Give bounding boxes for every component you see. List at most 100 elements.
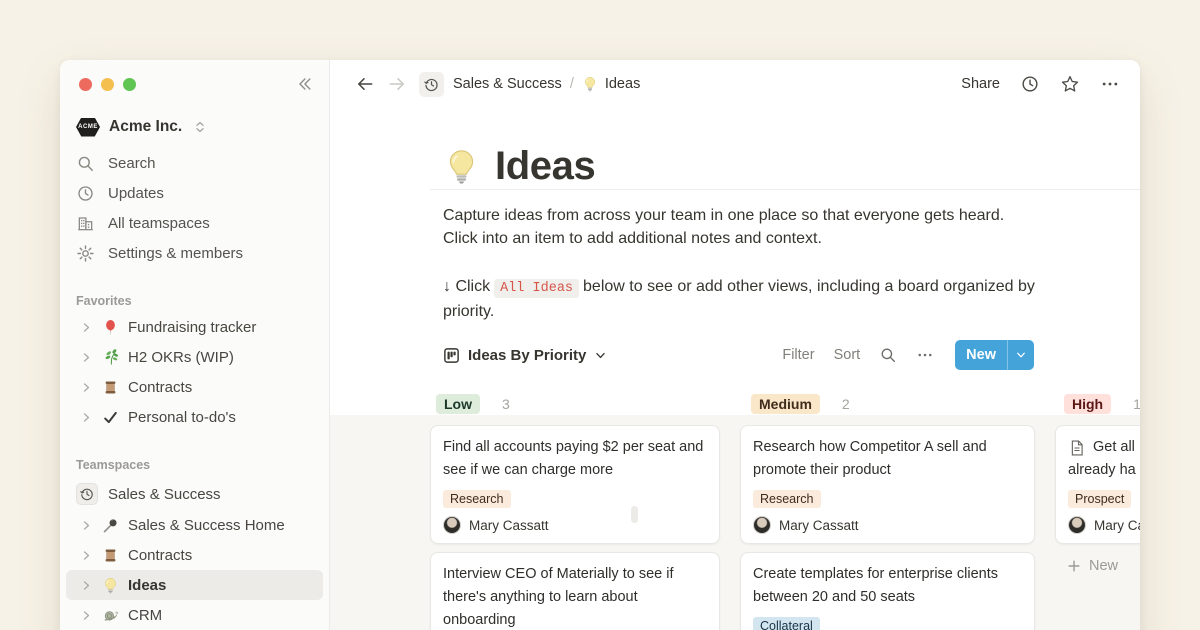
favorite-star-icon[interactable] — [1060, 74, 1080, 94]
board-card[interactable]: Find all accounts paying $2 per seat and… — [430, 425, 720, 544]
history-clock-icon — [423, 76, 440, 93]
sidebar-item-fundraising-tracker[interactable]: Fundraising tracker — [66, 312, 323, 342]
more-options-icon[interactable] — [916, 346, 934, 364]
sidebar-item-settings-members[interactable]: Settings & members — [66, 238, 323, 268]
workspace-logo-text: ACME — [78, 124, 98, 130]
board-view-icon — [443, 347, 460, 364]
filter-button[interactable]: Filter — [782, 347, 814, 363]
topbar: Sales & Success / Ideas Share — [330, 60, 1140, 108]
view-tab-ideas-by-priority[interactable]: Ideas By Priority — [443, 347, 607, 364]
chevron-down-icon[interactable] — [1008, 340, 1034, 370]
favorites-section-label: Favorites — [76, 294, 313, 308]
sort-button[interactable]: Sort — [834, 347, 861, 363]
sidebar-item-h2-okrs[interactable]: H2 OKRs (WIP) — [66, 342, 323, 372]
search-icon[interactable] — [879, 346, 897, 364]
tag-prospect[interactable]: Prospect — [1068, 490, 1131, 508]
zoom-window-button[interactable] — [123, 78, 136, 91]
workspace-name: Acme Inc. — [109, 118, 182, 136]
board-body: Find all accounts paying $2 per seat and… — [330, 415, 1140, 630]
more-options-icon[interactable] — [1100, 74, 1120, 94]
breadcrumb-teamspace-icon[interactable] — [419, 72, 444, 97]
sidebar-item-ideas[interactable]: Ideas — [66, 570, 323, 600]
microphone-icon — [101, 516, 120, 535]
chevron-right-icon[interactable] — [80, 319, 93, 336]
view-name: Ideas By Priority — [468, 347, 586, 364]
sidebar-item-label: Contracts — [128, 379, 192, 396]
column-header-medium[interactable]: Medium 2 — [751, 394, 850, 414]
scroll-icon — [101, 378, 120, 397]
chevron-right-icon[interactable] — [80, 577, 93, 594]
chevron-right-icon[interactable] — [80, 409, 93, 426]
page-description: Capture ideas from across your team in o… — [443, 204, 1035, 250]
board-card[interactable]: Interview CEO of Materially to see if th… — [430, 552, 720, 630]
status-badge[interactable]: Low — [436, 394, 480, 414]
new-button-label[interactable]: New — [955, 340, 1007, 370]
card-title: Find all accounts paying $2 per seat and… — [443, 436, 707, 482]
column-header-low[interactable]: Low 3 — [436, 394, 510, 414]
chevron-right-icon[interactable] — [80, 547, 93, 564]
sidebar-item-sales-success[interactable]: Sales & Success — [66, 478, 323, 510]
main-panel: Sales & Success / Ideas Share Ideas Capt… — [330, 60, 1140, 630]
updates-clock-icon[interactable] — [1020, 74, 1040, 94]
balloon-icon — [101, 318, 120, 337]
breadcrumb-teamspace[interactable]: Sales & Success — [453, 76, 562, 92]
new-button[interactable]: New — [955, 340, 1034, 370]
sidebar-item-crm[interactable]: CRM — [66, 600, 323, 630]
minimize-window-button[interactable] — [101, 78, 114, 91]
sidebar-item-label: Personal to-do's — [128, 409, 236, 426]
board-view: Low 3 Medium 2 High 1 Find all accounts … — [330, 371, 1140, 630]
sidebar-item-personal-todos[interactable]: Personal to-do's — [66, 402, 323, 432]
column-header-high[interactable]: High 1 — [1064, 394, 1140, 414]
board-card[interactable]: Research how Competitor A sell and promo… — [740, 425, 1035, 544]
board-column-medium: Research how Competitor A sell and promo… — [740, 425, 1035, 630]
status-badge[interactable]: High — [1064, 394, 1111, 414]
board-header-row: Low 3 Medium 2 High 1 — [330, 371, 1140, 415]
sidebar-nav: Search Updates All teamspaces Settings &… — [60, 148, 329, 268]
check-icon — [101, 408, 120, 427]
sidebar-item-all-teamspaces[interactable]: All teamspaces — [66, 208, 323, 238]
tip-prefix: ↓ Click — [443, 278, 490, 295]
sidebar-item-label: Settings & members — [108, 245, 243, 262]
page-lightbulb-icon[interactable] — [443, 148, 480, 185]
tip-inline-code: All Ideas — [494, 279, 579, 298]
sidebar-item-contracts-teamspace[interactable]: Contracts — [66, 540, 323, 570]
board-card[interactable]: Get all already ha Prospect Mary Cassatt — [1055, 425, 1140, 544]
sidebar-item-label: Contracts — [128, 547, 192, 564]
scroll-icon — [101, 546, 120, 565]
chevron-right-icon[interactable] — [80, 517, 93, 534]
tag-collateral[interactable]: Collateral — [753, 617, 820, 630]
scrollbar-thumb[interactable] — [631, 506, 638, 523]
column-count: 1 — [1133, 396, 1140, 412]
herb-icon — [101, 348, 120, 367]
back-arrow-icon[interactable] — [355, 74, 375, 94]
sidebar-collapse-icon[interactable] — [295, 75, 313, 93]
sidebar-item-label: CRM — [128, 607, 162, 624]
history-clock-icon — [76, 483, 98, 505]
add-card-button[interactable]: New — [1055, 552, 1140, 580]
tip-paragraph: ↓ ClickAll Ideasbelow to see or add othe… — [443, 275, 1051, 323]
sidebar-item-contracts-fav[interactable]: Contracts — [66, 372, 323, 402]
sidebar-item-search[interactable]: Search — [66, 148, 323, 178]
sidebar-item-label: All teamspaces — [108, 215, 210, 232]
status-badge[interactable]: Medium — [751, 394, 820, 414]
board-card[interactable]: Create templates for enterprise clients … — [740, 552, 1035, 630]
person-name: Mary Cassatt — [1094, 518, 1140, 533]
chevron-right-icon[interactable] — [80, 349, 93, 366]
gear-icon — [76, 244, 95, 263]
tag-research[interactable]: Research — [443, 490, 511, 508]
chevron-right-icon[interactable] — [80, 607, 93, 624]
workspace-switch-icon — [193, 118, 207, 136]
column-count: 3 — [502, 396, 510, 412]
sidebar-item-updates[interactable]: Updates — [66, 178, 323, 208]
workspace-switcher[interactable]: ACME Acme Inc. — [68, 112, 321, 142]
forward-arrow-icon[interactable] — [387, 74, 407, 94]
share-button[interactable]: Share — [961, 76, 1000, 92]
close-window-button[interactable] — [79, 78, 92, 91]
toolbar-divider — [430, 189, 1140, 190]
tag-research[interactable]: Research — [753, 490, 821, 508]
lightbulb-icon — [101, 576, 120, 595]
breadcrumb-page[interactable]: Ideas — [582, 76, 640, 92]
chevron-right-icon[interactable] — [80, 379, 93, 396]
sidebar-item-sales-success-home[interactable]: Sales & Success Home — [66, 510, 323, 540]
search-icon — [76, 154, 95, 173]
